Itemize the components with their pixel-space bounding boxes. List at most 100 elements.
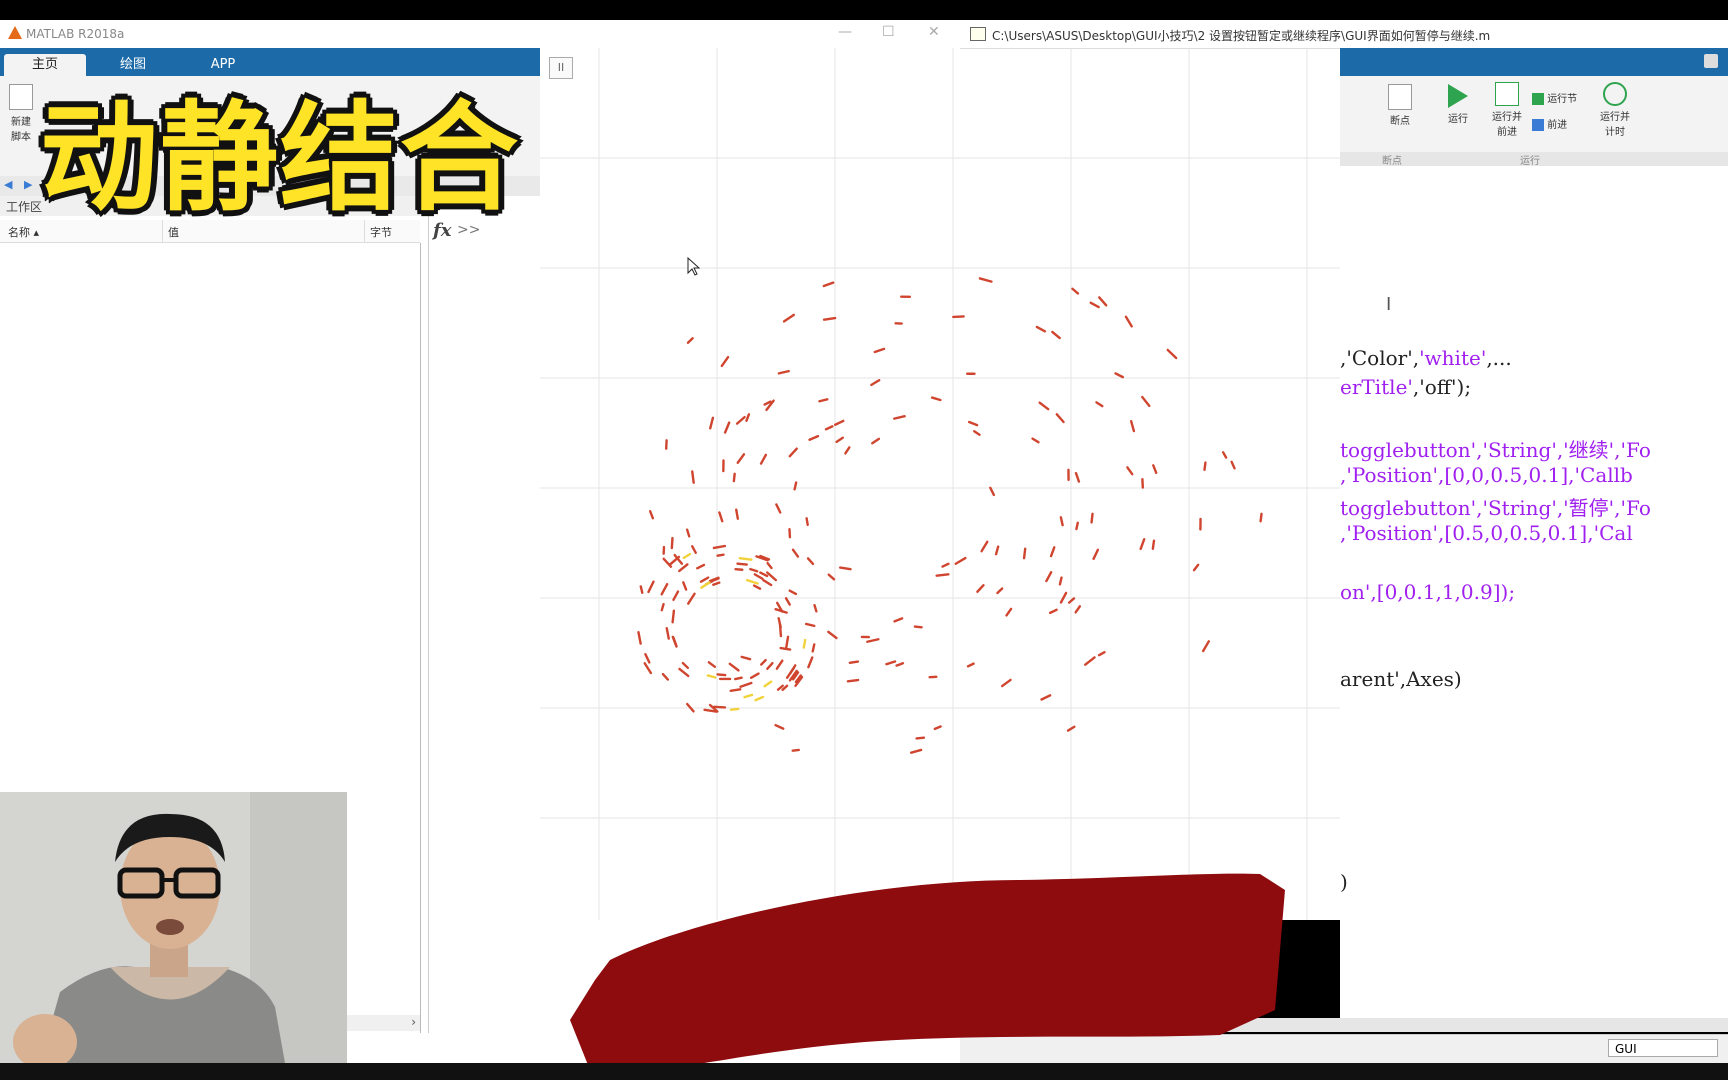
particle xyxy=(822,316,837,321)
particle xyxy=(686,337,694,344)
particle xyxy=(691,470,695,484)
code-text: ,'off'); xyxy=(1412,375,1472,399)
minimize-icon[interactable]: — xyxy=(838,24,852,40)
code-text: arent',Axes) xyxy=(1340,667,1462,691)
scroll-right-icon[interactable]: › xyxy=(411,1015,416,1029)
particle xyxy=(736,562,748,566)
particle xyxy=(933,725,942,731)
particle xyxy=(735,415,746,425)
particle xyxy=(766,561,773,570)
particle-layer xyxy=(637,277,1263,754)
particle xyxy=(1058,576,1063,586)
particle xyxy=(844,446,851,455)
code-string: togglebutton' xyxy=(1340,496,1477,520)
code-string: 'white' xyxy=(1419,346,1487,370)
particle xyxy=(833,419,845,426)
back-arrow-icon[interactable]: ◀ xyxy=(4,178,12,191)
workspace-scrollbar[interactable]: › xyxy=(345,1015,420,1031)
code-string: ,'Position',[0,0,0.5,0.1],'Callb xyxy=(1340,463,1633,487)
pause-button[interactable]: II xyxy=(549,57,573,79)
particle xyxy=(766,571,778,582)
particle xyxy=(1051,330,1061,340)
particle xyxy=(873,347,886,354)
particle xyxy=(941,562,950,568)
particle xyxy=(648,510,655,520)
particle xyxy=(915,736,926,740)
particle xyxy=(848,660,860,665)
particle xyxy=(712,581,721,586)
code-string: on',[0,0.1,1,0.9]); xyxy=(1340,580,1516,604)
particle xyxy=(740,655,752,661)
particle xyxy=(1066,725,1076,732)
particle xyxy=(989,486,996,497)
particle xyxy=(1045,571,1053,583)
maximize-icon[interactable]: ☐ xyxy=(882,24,895,40)
particle xyxy=(643,662,653,675)
run-advance-button[interactable]: 运行并 前进 xyxy=(1482,82,1532,138)
particle xyxy=(720,355,730,368)
particle xyxy=(729,688,742,692)
particle xyxy=(766,661,774,670)
run-advance-icon xyxy=(1495,82,1519,106)
status-field: GUI xyxy=(1608,1039,1718,1057)
run-button[interactable]: 运行 xyxy=(1438,84,1478,125)
particle xyxy=(1259,512,1263,523)
new-script-label: 新建 脚本 xyxy=(11,117,31,143)
particle xyxy=(827,573,836,581)
advance-button[interactable]: 前进 xyxy=(1532,116,1592,131)
code-line-9: ) xyxy=(1340,870,1348,894)
run-time-button[interactable]: 运行并 计时 xyxy=(1592,82,1638,138)
particle xyxy=(678,667,690,678)
new-script-button[interactable]: 新建 脚本 xyxy=(6,84,36,143)
run-label: 运行 xyxy=(1448,114,1468,125)
run-section-button[interactable]: 运行节 xyxy=(1532,90,1592,105)
particle xyxy=(1124,315,1133,328)
particle xyxy=(691,545,697,554)
code-line-7: on',[0,0.1,1,0.9]); xyxy=(1340,580,1515,604)
particle xyxy=(846,678,860,683)
run-section-icon xyxy=(1532,93,1544,105)
particle xyxy=(1126,466,1134,476)
particle xyxy=(707,661,717,669)
particle xyxy=(734,676,743,681)
bottom-black-bar xyxy=(0,1063,1728,1080)
particle xyxy=(1049,546,1056,558)
presenter-video xyxy=(0,792,347,1063)
run-advance-label: 运行并 前进 xyxy=(1492,112,1522,138)
particle xyxy=(709,416,715,430)
breakpoints-label: 断点 xyxy=(1390,116,1410,127)
particle xyxy=(699,576,710,583)
close-icon[interactable]: ✕ xyxy=(928,24,940,40)
editor-titlebar: C:\Users\ASUS\Desktop\GUI小技巧\2 设置按钮暂定或继续… xyxy=(960,20,1728,49)
breakpoints-button[interactable]: 断点 xyxy=(1380,84,1420,127)
particle xyxy=(811,643,816,653)
particle xyxy=(1040,694,1052,701)
particle xyxy=(696,563,706,570)
code-line-1: ,'Color','white',... xyxy=(1340,346,1512,370)
particle xyxy=(793,481,798,491)
particle xyxy=(1139,538,1146,551)
code-line-2: erTitle','off'); xyxy=(1340,375,1471,399)
axes-grid xyxy=(540,48,1340,929)
particle xyxy=(682,581,688,591)
particle xyxy=(1005,607,1013,617)
save-icon[interactable] xyxy=(1704,54,1718,68)
particle xyxy=(835,436,844,444)
particle xyxy=(743,693,754,699)
particle xyxy=(732,472,736,483)
webcam-overlay xyxy=(0,792,347,1063)
code-text: ) xyxy=(1340,870,1348,894)
code-string: togglebutton' xyxy=(1340,438,1477,462)
particle xyxy=(784,635,790,650)
code-line-3: togglebutton','String','继续','Fo xyxy=(1340,434,1651,463)
particle xyxy=(760,658,767,666)
run-icon xyxy=(1448,84,1468,108)
particle xyxy=(1166,348,1178,360)
command-window[interactable]: fx >> xyxy=(428,196,541,1033)
forward-arrow-icon[interactable]: ▶ xyxy=(24,178,32,191)
col-name[interactable]: 名称 ▴ xyxy=(8,224,39,240)
code-text: ,'Color', xyxy=(1340,346,1420,370)
workspace-label: 工作区 xyxy=(6,200,43,214)
particle xyxy=(893,617,904,623)
particle xyxy=(706,674,717,679)
